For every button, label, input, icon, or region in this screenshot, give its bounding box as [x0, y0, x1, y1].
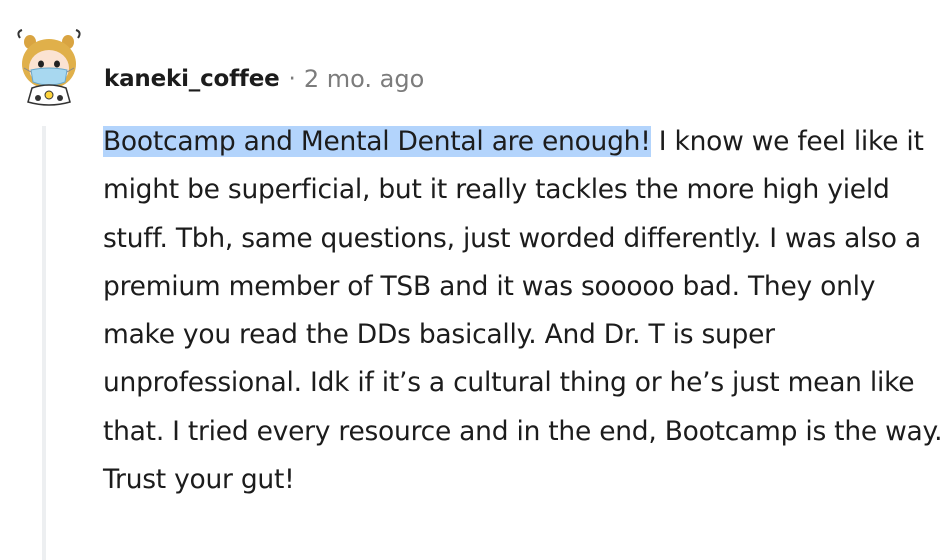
comment: kaneki_coffee · 2 mo. ago Bootcamp and M… — [0, 0, 952, 560]
meta-separator: · — [288, 66, 296, 92]
selected-text[interactable]: Bootcamp and Mental Dental are enough! — [103, 126, 651, 157]
comment-body: Bootcamp and Mental Dental are enough! I… — [103, 118, 948, 504]
thread-line[interactable] — [42, 126, 46, 560]
comment-header: kaneki_coffee · 2 mo. ago — [104, 62, 424, 96]
timestamp-link[interactable]: 2 mo. ago — [304, 65, 424, 93]
user-avatar-icon[interactable] — [14, 28, 84, 108]
comment-body-text: I know we feel like it might be superfic… — [103, 126, 943, 496]
username-link[interactable]: kaneki_coffee — [104, 66, 280, 92]
